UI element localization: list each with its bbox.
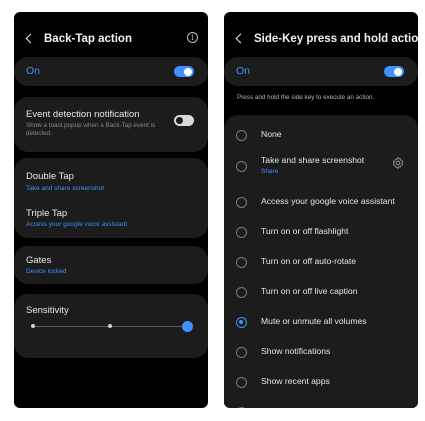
- option-sublabel: Share: [261, 168, 279, 175]
- option-row[interactable]: Turn on or off auto-rotate: [224, 254, 418, 284]
- gates-title: Gates: [26, 255, 52, 266]
- slider-tick: [108, 324, 112, 328]
- page-title: Side-Key press and hold action: [254, 33, 418, 45]
- tap-actions-card: Double Tap Take and share screenshot Tri…: [14, 158, 208, 238]
- radio-button[interactable]: [236, 227, 247, 238]
- back-arrow-icon[interactable]: [24, 31, 36, 47]
- slider-thumb[interactable]: [181, 321, 193, 332]
- gear-icon[interactable]: [391, 156, 405, 170]
- info-icon[interactable]: i: [187, 32, 198, 43]
- option-label: Turn on or off live caption: [261, 286, 358, 296]
- master-toggle[interactable]: [384, 66, 404, 77]
- back-tap-screen: Back-Tap action i On Event detection not…: [14, 12, 208, 408]
- option-row[interactable]: Mute or unmute all volumes: [224, 314, 418, 344]
- option-label: None: [261, 129, 282, 139]
- master-toggle[interactable]: [174, 66, 194, 77]
- master-switch-label: On: [236, 65, 251, 77]
- event-detection-toggle[interactable]: [174, 115, 194, 126]
- event-detection-description: Show a toast popup when a Back-Tap event…: [26, 122, 156, 137]
- sensitivity-title: Sensitivity: [26, 305, 69, 316]
- master-switch-label: On: [26, 65, 41, 77]
- side-key-screen: Side-Key press and hold action On Press …: [224, 12, 418, 408]
- radio-button[interactable]: [236, 317, 247, 328]
- gates-row[interactable]: Gates Device locked: [14, 246, 208, 284]
- option-row[interactable]: Back button: [224, 404, 418, 408]
- option-label: Show recent apps: [261, 376, 330, 386]
- radio-button[interactable]: [236, 377, 247, 388]
- option-label: Mute or unmute all volumes: [261, 316, 367, 326]
- radio-button[interactable]: [236, 407, 247, 408]
- radio-button[interactable]: [236, 161, 247, 172]
- master-switch-row[interactable]: On: [14, 57, 208, 86]
- page-title: Back-Tap action: [44, 33, 132, 45]
- radio-button[interactable]: [236, 197, 247, 208]
- hint-text: Press and hold the side key to execute a…: [237, 94, 375, 101]
- radio-button[interactable]: [236, 287, 247, 298]
- double-tap-title: Double Tap: [26, 171, 74, 182]
- slider-tick: [31, 324, 35, 328]
- option-label: Show notifications: [261, 346, 331, 356]
- option-row[interactable]: None: [224, 127, 418, 157]
- header: Side-Key press and hold action: [224, 30, 418, 50]
- option-row[interactable]: Turn on or off flashlight: [224, 224, 418, 254]
- back-arrow-icon[interactable]: [234, 31, 246, 47]
- option-row[interactable]: Access your google voice assistant: [224, 194, 418, 224]
- option-row[interactable]: Show notifications: [224, 344, 418, 374]
- option-label: Turn on or off flashlight: [261, 226, 349, 236]
- double-tap-value: Take and share screenshot: [26, 185, 105, 192]
- option-row[interactable]: Turn on or off live caption: [224, 284, 418, 314]
- triple-tap-title: Triple Tap: [26, 208, 68, 219]
- event-detection-row[interactable]: Event detection notification Show a toas…: [14, 97, 208, 152]
- option-label: Turn on or off auto-rotate: [261, 256, 357, 266]
- radio-button[interactable]: [236, 347, 247, 358]
- sensitivity-card: Sensitivity: [14, 294, 208, 358]
- master-switch-row[interactable]: On: [224, 57, 418, 86]
- event-detection-title: Event detection notification: [26, 109, 140, 120]
- header: Back-Tap action i: [14, 30, 208, 50]
- triple-tap-value: Access your google voice assistant: [26, 221, 128, 228]
- radio-button[interactable]: [236, 257, 247, 268]
- radio-button[interactable]: [236, 130, 247, 141]
- action-options-list: None Take and share screenshot Share Access…: [224, 115, 418, 408]
- option-label: Back button: [261, 406, 306, 408]
- option-row[interactable]: Take and share screenshot Share: [224, 155, 418, 187]
- gates-value: Device locked: [26, 268, 67, 275]
- option-row[interactable]: Show recent apps: [224, 374, 418, 404]
- option-label: Take and share screenshot: [261, 155, 365, 165]
- option-label: Access your google voice assistant: [261, 196, 395, 206]
